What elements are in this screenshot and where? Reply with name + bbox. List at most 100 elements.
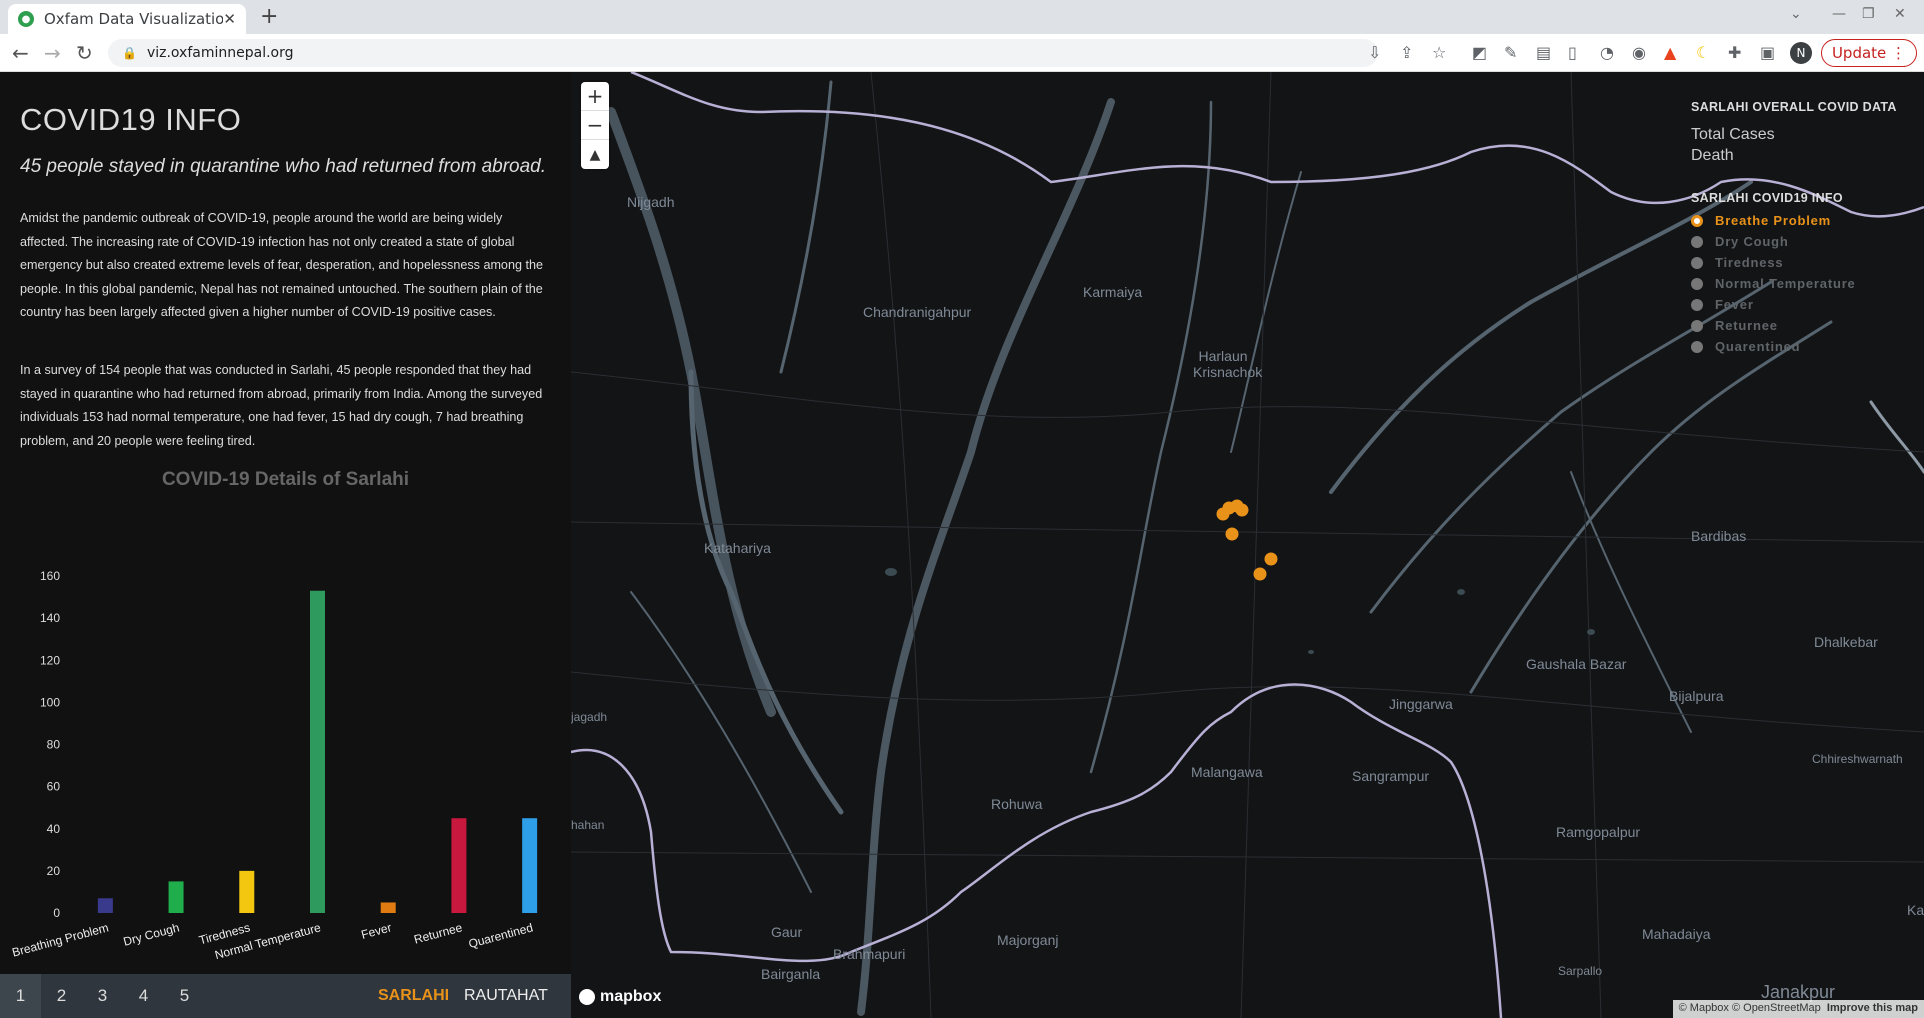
page-button-1[interactable]: 1 xyxy=(0,974,41,1018)
page-button-5[interactable]: 5 xyxy=(164,974,205,1018)
improve-map-link[interactable]: Improve this map xyxy=(1827,1002,1918,1014)
update-label: Update xyxy=(1831,44,1887,62)
close-tab-icon[interactable]: ✕ xyxy=(223,10,236,28)
minimize-icon[interactable]: — xyxy=(1832,6,1846,22)
browser-toolbar: ← → ↻ 🔒 viz.oxfaminnepal.org ⇩ ⇪ ☆ ◩ ✎ ▤… xyxy=(0,34,1924,72)
legend-option-label: Fever xyxy=(1715,297,1754,312)
legend-panel: SARLAHI OVERALL COVID DATA Total Cases D… xyxy=(1691,100,1921,354)
page-title: COVID19 INFO xyxy=(20,102,242,137)
extension-icon[interactable]: ▤ xyxy=(1536,43,1551,62)
legend-option-label: Tiredness xyxy=(1715,255,1784,270)
legend-option-label: Quarentined xyxy=(1715,339,1801,354)
site-favicon-icon: ● xyxy=(18,11,34,27)
region-rautahat[interactable]: RAUTAHAT xyxy=(464,974,548,1018)
page-button-2[interactable]: 2 xyxy=(41,974,82,1018)
share-icon[interactable]: ⇪ xyxy=(1400,43,1413,62)
tab-title: Oxfam Data Visualization xyxy=(44,10,224,28)
extension-icon[interactable]: ◔ xyxy=(1600,43,1614,62)
lock-icon: 🔒 xyxy=(122,46,137,60)
case-marker[interactable] xyxy=(1253,567,1267,581)
address-bar[interactable]: 🔒 viz.oxfaminnepal.org xyxy=(108,39,1378,67)
radio-icon xyxy=(1691,256,1703,269)
browser-tab[interactable]: ● Oxfam Data Visualization ✕ xyxy=(8,4,246,34)
map-attribution: © Mapbox © OpenStreetMap Improve this ma… xyxy=(1672,1000,1924,1018)
extension-icon[interactable]: ▲ xyxy=(1664,43,1676,62)
case-marker[interactable] xyxy=(1225,527,1239,541)
profile-avatar[interactable]: N xyxy=(1790,42,1812,64)
reload-icon[interactable]: ↻ xyxy=(76,41,93,65)
attribution-text[interactable]: © Mapbox © OpenStreetMap xyxy=(1679,1002,1821,1014)
legend-option-fever[interactable]: Fever xyxy=(1691,297,1921,312)
radio-icon xyxy=(1691,235,1703,248)
death-label: Death xyxy=(1691,147,1734,164)
restore-icon[interactable]: ❐ xyxy=(1862,6,1875,22)
extension-icon[interactable]: ▯ xyxy=(1568,43,1577,62)
case-marker[interactable] xyxy=(1264,552,1278,566)
bar-breathing-problem[interactable] xyxy=(97,898,113,913)
puzzle-icon[interactable]: ✚ xyxy=(1728,43,1741,62)
close-window-icon[interactable]: ✕ xyxy=(1894,6,1906,22)
forward-icon[interactable]: → xyxy=(44,41,61,65)
legend-option-breathe-problem[interactable]: Breathe Problem xyxy=(1691,213,1921,228)
mapbox-logo-text: mapbox xyxy=(600,988,662,1005)
y-tick-label: 100 xyxy=(40,695,60,709)
radio-icon xyxy=(1691,277,1703,290)
case-marker[interactable] xyxy=(1235,503,1249,517)
intro-paragraph: Amidst the pandemic outbreak of COVID-19… xyxy=(20,211,543,319)
y-tick-label: 160 xyxy=(40,569,60,583)
bar-normal-temperature[interactable] xyxy=(310,590,325,913)
pager: 12345 SARLAHI RAUTAHAT xyxy=(0,974,571,1018)
legend-option-returnee[interactable]: Returnee xyxy=(1691,318,1921,333)
x-tick-label: Fever xyxy=(360,920,393,941)
extension-icon[interactable]: ◩ xyxy=(1472,43,1487,62)
y-tick-label: 0 xyxy=(53,906,60,920)
extension-icon[interactable]: ◉ xyxy=(1632,43,1646,62)
legend-option-label: Breathe Problem xyxy=(1715,213,1832,228)
new-tab-icon[interactable]: + xyxy=(260,4,278,29)
extension-icon[interactable]: ✎ xyxy=(1504,43,1517,62)
x-tick-label: Breathing Problem xyxy=(11,920,111,959)
bar-fever[interactable] xyxy=(380,902,396,913)
page-button-4[interactable]: 4 xyxy=(123,974,164,1018)
back-icon[interactable]: ← xyxy=(12,41,29,65)
survey-paragraph: In a survey of 154 people that was condu… xyxy=(20,363,543,448)
install-icon[interactable]: ⇩ xyxy=(1368,43,1381,62)
y-tick-label: 80 xyxy=(47,738,61,752)
legend-options: Breathe Problem Dry Cough Tiredness Normal … xyxy=(1691,213,1921,354)
bar-dry-cough[interactable] xyxy=(168,881,184,913)
page-buttons: 12345 xyxy=(0,974,205,1018)
total-cases-label: Total Cases xyxy=(1691,126,1775,143)
legend-option-tiredness[interactable]: Tiredness xyxy=(1691,255,1921,270)
tab-search-icon[interactable]: ⌄ xyxy=(1790,6,1802,22)
page-button-3[interactable]: 3 xyxy=(82,974,123,1018)
legend-option-dry-cough[interactable]: Dry Cough xyxy=(1691,234,1921,249)
page-subtitle: 45 people stayed in quarantine who had r… xyxy=(20,156,547,177)
bookmark-star-icon[interactable]: ☆ xyxy=(1432,43,1446,62)
overall-heading: SARLAHI OVERALL COVID DATA xyxy=(1691,100,1897,114)
x-tick-label: Quarentined xyxy=(467,920,534,951)
update-button[interactable]: Update ⋮ xyxy=(1821,39,1917,67)
y-tick-label: 120 xyxy=(40,653,60,667)
region-sarlahi[interactable]: SARLAHI xyxy=(378,974,449,1018)
chart-title: COVID-19 Details of Sarlahi xyxy=(161,469,410,490)
y-tick-label: 40 xyxy=(47,822,61,836)
legend-option-normal-temperature[interactable]: Normal Temperature xyxy=(1691,276,1921,291)
legend-option-label: Normal Temperature xyxy=(1715,276,1856,291)
bar-quarentined[interactable] xyxy=(522,818,538,913)
legend-option-quarentined[interactable]: Quarentined xyxy=(1691,339,1921,354)
y-tick-label: 20 xyxy=(47,864,61,878)
y-tick-label: 140 xyxy=(40,611,60,625)
browser-tab-bar: ● Oxfam Data Visualization ✕ + ⌄ — ❐ ✕ xyxy=(0,0,1924,34)
bar-tiredness[interactable] xyxy=(239,870,255,913)
map-view[interactable]: + − ▲ Nijgadh Chandranigahpur Karmaiya H… xyxy=(571,72,1924,1018)
side-panel-icon[interactable]: ▣ xyxy=(1760,43,1775,62)
mapbox-logo[interactable]: mapbox xyxy=(579,988,661,1006)
extension-icon[interactable]: ☾ xyxy=(1696,43,1710,62)
radio-icon xyxy=(1691,214,1703,227)
x-tick-label: Returnee xyxy=(412,920,464,946)
radio-icon xyxy=(1691,298,1703,311)
radio-icon xyxy=(1691,340,1703,353)
legend-option-label: Dry Cough xyxy=(1715,234,1789,249)
url-text: viz.oxfaminnepal.org xyxy=(146,45,294,61)
bar-returnee[interactable] xyxy=(451,818,467,913)
